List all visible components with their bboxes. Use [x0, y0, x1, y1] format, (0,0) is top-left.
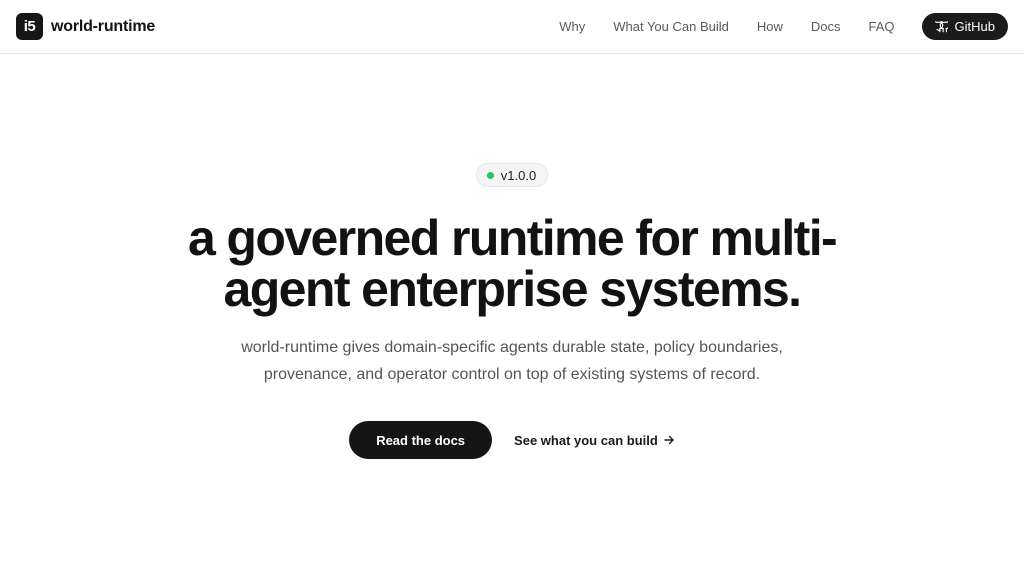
read-docs-button[interactable]: Read the docs	[349, 421, 493, 459]
hero-section: v1.0.0 a governed runtime for multi-agen…	[0, 54, 1024, 459]
main-nav: Why What You Can Build How Docs FAQ	[559, 19, 894, 34]
logo-icon: i5	[16, 13, 43, 40]
see-what-you-can-build-link[interactable]: See what you can build	[514, 433, 675, 448]
nav-link-how[interactable]: How	[757, 19, 783, 34]
brand-name: world-runtime	[51, 17, 156, 35]
arrow-right-icon	[664, 435, 674, 445]
github-label: GitHub	[954, 19, 995, 34]
github-icon	[934, 21, 948, 33]
site-header: i5 world-runtime Why What You Can Build …	[0, 0, 1024, 54]
secondary-link-label: See what you can build	[514, 432, 658, 448]
hero-headline: a governed runtime for multi-agent enter…	[187, 210, 838, 317]
version-badge: v1.0.0	[475, 163, 549, 187]
github-button[interactable]: GitHub	[921, 13, 1008, 40]
nav-link-what-you-can-build[interactable]: What You Can Build	[613, 19, 729, 34]
version-label: v1.0.0	[500, 167, 537, 183]
cta-row: Read the docs See what you can build	[349, 421, 675, 459]
hero-subhead: world-runtime gives domain-specific agen…	[241, 339, 783, 383]
nav-link-why[interactable]: Why	[559, 19, 585, 34]
nav-link-faq[interactable]: FAQ	[869, 19, 895, 34]
brand[interactable]: i5 world-runtime	[16, 13, 155, 40]
nav-link-docs[interactable]: Docs	[811, 19, 841, 34]
status-dot-icon	[486, 171, 494, 179]
